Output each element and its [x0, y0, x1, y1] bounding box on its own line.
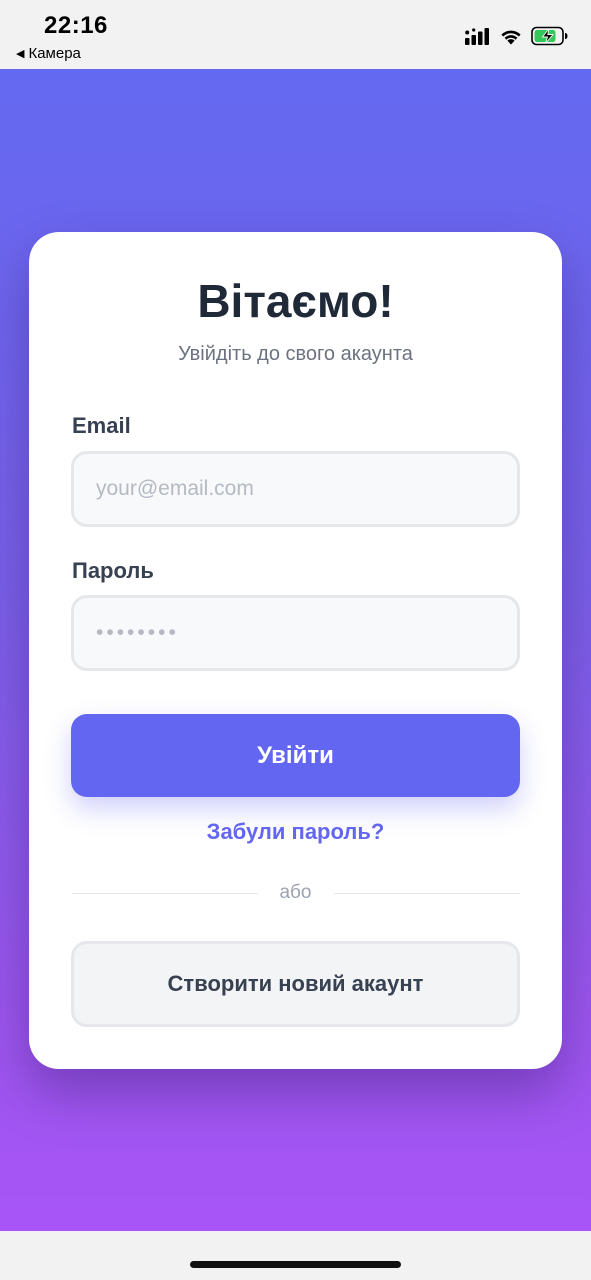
password-label: Пароль [72, 558, 154, 583]
back-triangle-icon: ◀ [16, 48, 25, 60]
forgot-password-link[interactable]: Забули пароль? [0, 819, 591, 845]
divider-line-right [334, 893, 520, 894]
battery-charging-icon [531, 26, 568, 46]
home-indicator[interactable] [190, 1261, 401, 1268]
create-account-button[interactable]: Створити новий акаунт [71, 941, 520, 1027]
page-subtitle: Увійдіть до свого акаунта [178, 343, 413, 365]
status-time: 22:16 [44, 12, 108, 39]
page-title: Вітаємо! [197, 275, 394, 327]
email-label: Email [72, 413, 131, 438]
signal-icon [465, 28, 489, 45]
wifi-icon [501, 30, 521, 44]
status-bar: 22:16 ◀ Камера [0, 0, 591, 69]
password-field[interactable] [71, 595, 520, 671]
login-button[interactable]: Увійти [71, 714, 520, 797]
home-indicator-area [0, 1231, 591, 1280]
email-field[interactable] [71, 451, 520, 527]
status-icons [465, 24, 569, 48]
back-link-label: Камера [28, 45, 81, 62]
back-to-camera-link[interactable]: ◀ Камера [16, 45, 81, 62]
